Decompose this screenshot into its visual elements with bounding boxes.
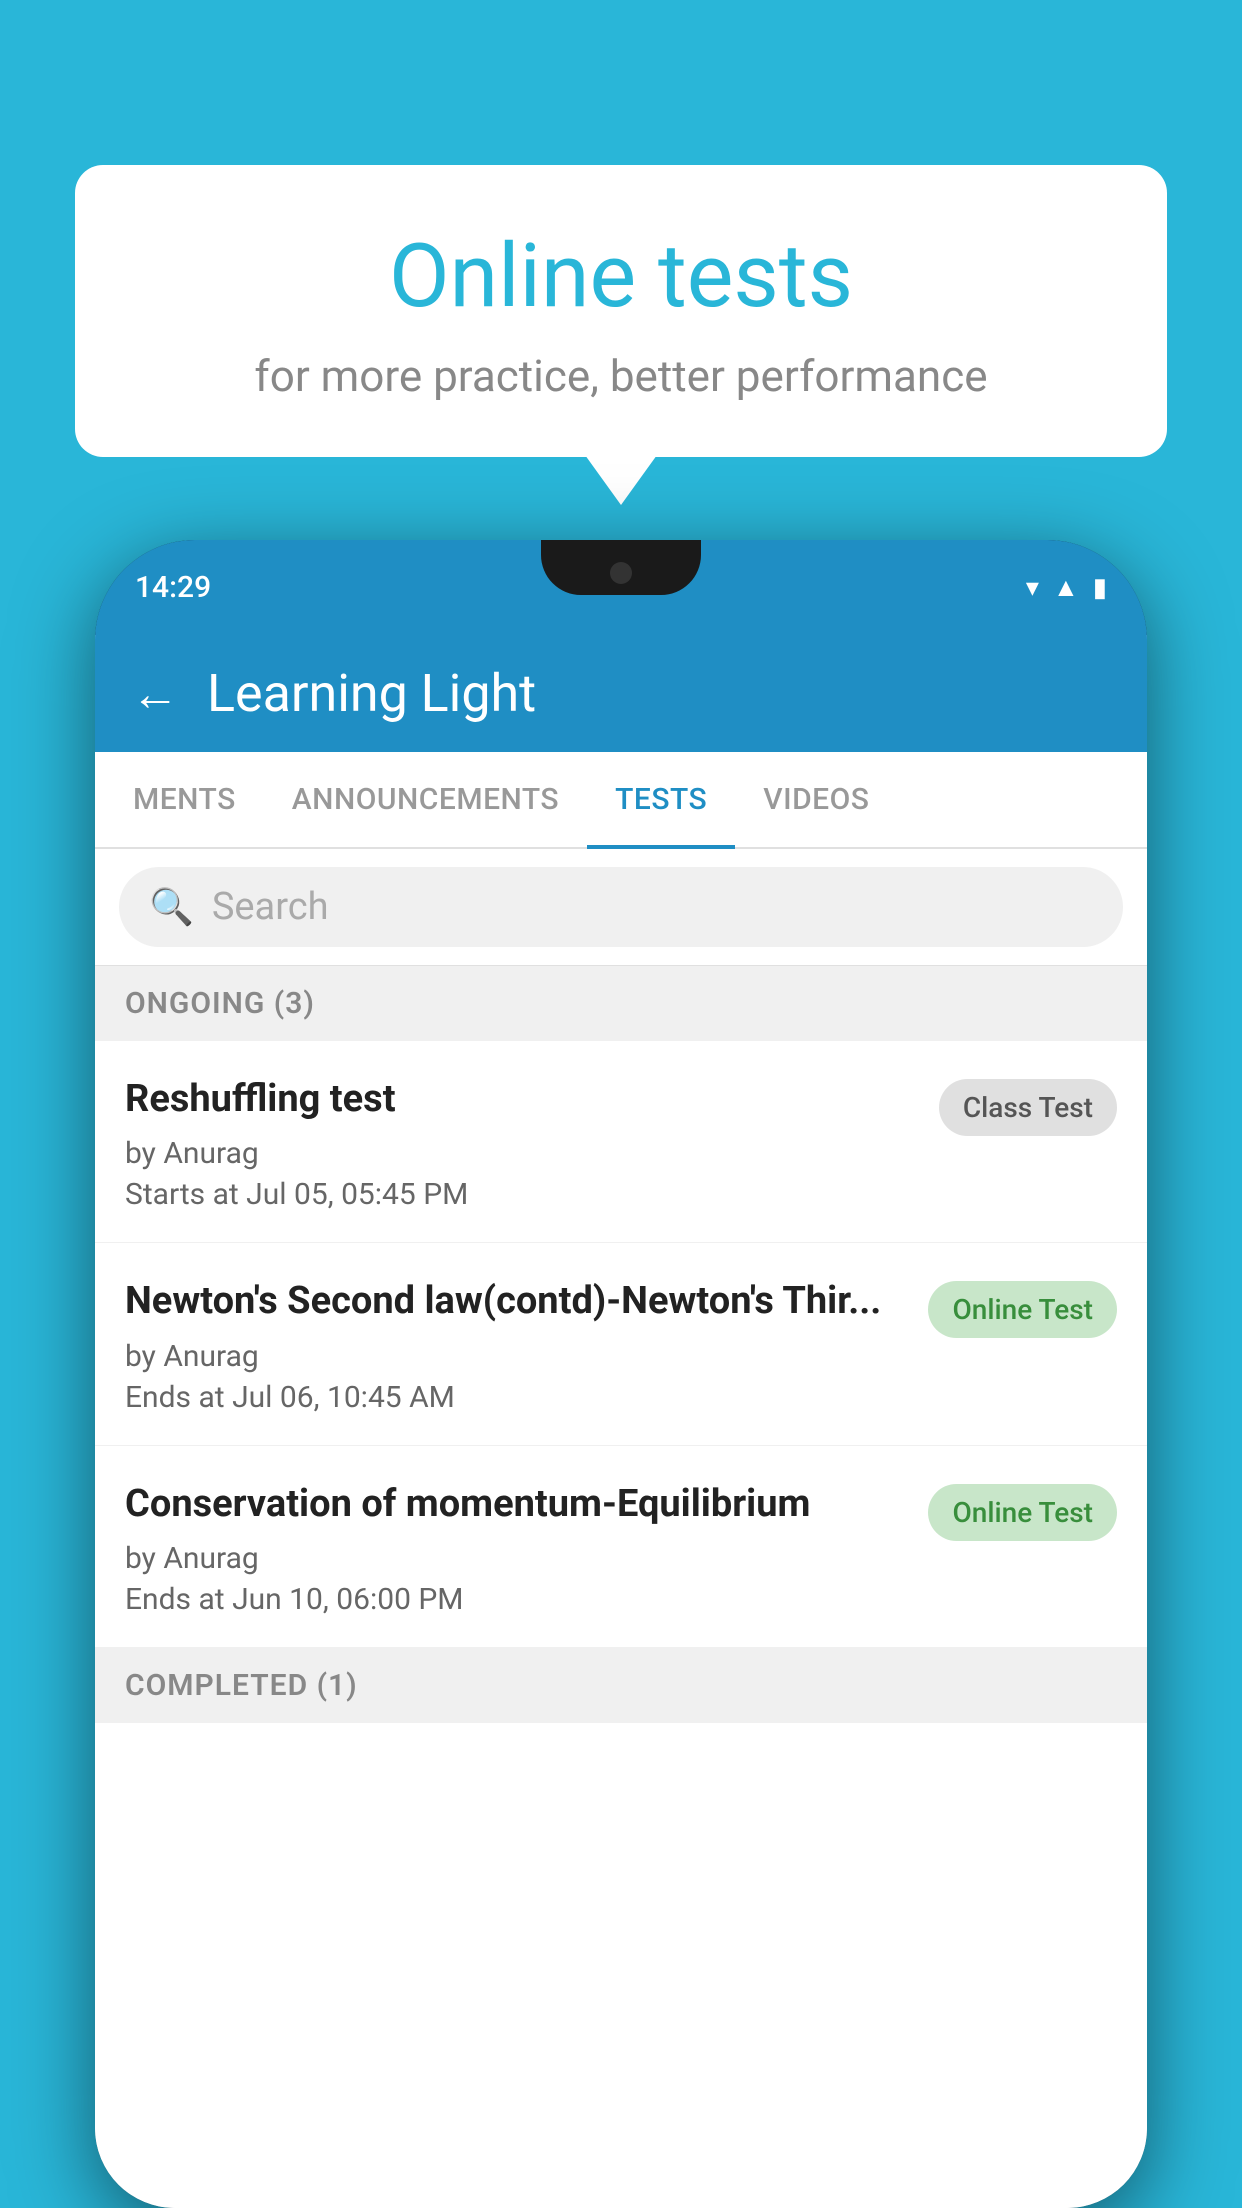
app-header: ← Learning Light — [95, 635, 1147, 752]
status-icons: ▾ ▲ ▮ — [1026, 572, 1107, 603]
test-author-2: by Anurag — [125, 1339, 908, 1374]
tab-videos[interactable]: VIDEOS — [735, 752, 897, 847]
test-item-3[interactable]: Conservation of momentum-Equilibrium by … — [95, 1446, 1147, 1648]
camera — [610, 562, 632, 584]
tab-tests[interactable]: TESTS — [587, 752, 735, 847]
test-time-value-3: Jun 10, 06:00 PM — [232, 1582, 463, 1617]
test-author-3: by Anurag — [125, 1541, 908, 1576]
status-bar: 14:29 ▾ ▲ ▮ — [95, 540, 1147, 635]
test-time-label-2: Ends at — [125, 1380, 225, 1415]
tabs-bar: MENTS ANNOUNCEMENTS TESTS VIDEOS — [95, 752, 1147, 849]
app-title: Learning Light — [207, 663, 536, 724]
phone-notch — [541, 540, 701, 595]
battery-icon: ▮ — [1093, 573, 1107, 603]
test-time-value-2: Jul 06, 10:45 AM — [232, 1380, 455, 1415]
badge-1: Class Test — [939, 1079, 1117, 1136]
signal-icon: ▲ — [1053, 572, 1079, 603]
ongoing-section-header: ONGOING (3) — [95, 966, 1147, 1041]
test-time-label-3: Ends at — [125, 1582, 225, 1617]
completed-section-header: COMPLETED (1) — [95, 1648, 1147, 1723]
badge-3: Online Test — [928, 1484, 1117, 1541]
search-placeholder-text: Search — [212, 885, 329, 929]
test-item-1[interactable]: Reshuffling test by Anurag Starts at Jul… — [95, 1041, 1147, 1243]
tab-announcements[interactable]: ANNOUNCEMENTS — [264, 752, 587, 847]
phone-frame: 14:29 ▾ ▲ ▮ ← Learning Light MENTS ANNOU… — [95, 540, 1147, 2208]
wifi-icon: ▾ — [1026, 573, 1039, 603]
test-item-3-content: Conservation of momentum-Equilibrium by … — [125, 1480, 908, 1617]
search-container: 🔍 Search — [95, 849, 1147, 966]
test-item-2-content: Newton's Second law(contd)-Newton's Thir… — [125, 1277, 908, 1414]
test-item-1-content: Reshuffling test by Anurag Starts at Jul… — [125, 1075, 919, 1212]
test-time-1: Starts at Jul 05, 05:45 PM — [125, 1177, 919, 1212]
bubble-title: Online tests — [125, 225, 1117, 328]
tab-ments[interactable]: MENTS — [105, 752, 264, 847]
test-time-3: Ends at Jun 10, 06:00 PM — [125, 1582, 908, 1617]
test-time-label-1: Starts at — [125, 1177, 239, 1212]
speech-bubble: Online tests for more practice, better p… — [75, 165, 1167, 457]
search-icon: 🔍 — [149, 886, 194, 928]
status-time: 14:29 — [135, 570, 211, 605]
back-button[interactable]: ← — [131, 665, 179, 722]
search-box[interactable]: 🔍 Search — [119, 867, 1123, 947]
test-list: Reshuffling test by Anurag Starts at Jul… — [95, 1041, 1147, 2208]
test-item-2[interactable]: Newton's Second law(contd)-Newton's Thir… — [95, 1243, 1147, 1445]
bubble-subtitle: for more practice, better performance — [125, 350, 1117, 402]
badge-2: Online Test — [928, 1281, 1117, 1338]
test-time-value-1: Jul 05, 05:45 PM — [246, 1177, 468, 1212]
test-author-1: by Anurag — [125, 1136, 919, 1171]
test-name-2: Newton's Second law(contd)-Newton's Thir… — [125, 1277, 908, 1326]
test-name-1: Reshuffling test — [125, 1075, 919, 1124]
test-time-2: Ends at Jul 06, 10:45 AM — [125, 1380, 908, 1415]
test-name-3: Conservation of momentum-Equilibrium — [125, 1480, 908, 1529]
phone-screen: ← Learning Light MENTS ANNOUNCEMENTS TES… — [95, 635, 1147, 2208]
